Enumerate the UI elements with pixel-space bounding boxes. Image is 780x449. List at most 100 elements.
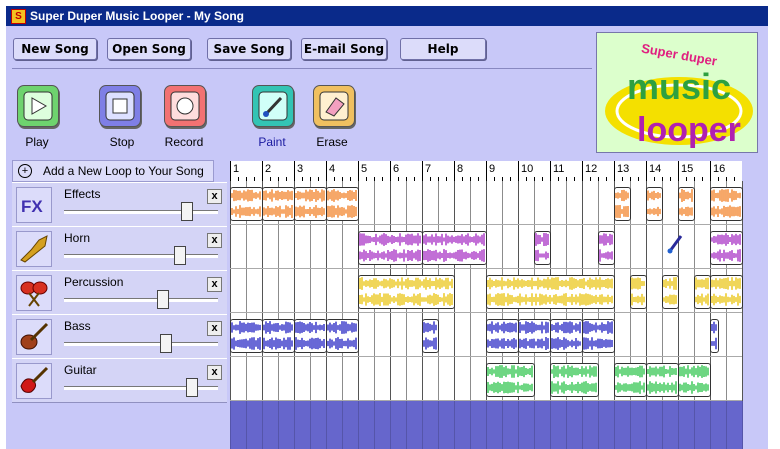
volume-slider-track[interactable] [64,298,218,302]
loop-clip-horn[interactable] [358,231,423,265]
waveform [535,233,549,262]
loop-clip-percussion[interactable] [662,275,679,309]
volume-slider-track[interactable] [64,342,218,346]
loop-clip-bass[interactable] [230,319,263,353]
grid-line [662,401,663,449]
grid-line [486,401,487,449]
waveform [711,321,717,350]
play-label: Play [25,135,49,149]
ruler-tick [294,161,295,181]
ruler-label: 13 [617,163,630,175]
grid-line [438,401,439,449]
plus-icon: + [18,164,32,178]
ruler-label: 9 [489,163,496,175]
remove-track-button[interactable]: x [207,277,222,292]
remove-track-button[interactable]: x [207,233,222,248]
loop-clip-effects[interactable] [710,187,743,221]
loop-clip-effects[interactable] [614,187,631,221]
loop-clip-bass[interactable] [486,319,519,353]
record-button[interactable] [164,85,206,127]
track-icon-button[interactable] [16,231,52,267]
track-icon-button[interactable]: FX [16,187,52,223]
open-song-button[interactable]: Open Song [107,38,191,60]
track-name: Percussion [64,275,124,289]
loop-clip-guitar[interactable] [678,363,711,397]
remove-track-button[interactable]: x [207,321,222,336]
loop-clip-effects[interactable] [262,187,295,221]
loop-clip-bass[interactable] [294,319,327,353]
add-loop-button[interactable]: + Add a New Loop to Your Song [12,160,214,182]
ruler-tick [358,161,359,181]
save-song-button[interactable]: Save Song [207,38,291,60]
play-button[interactable] [17,85,59,127]
play-icon [23,91,53,121]
waveform [231,321,261,350]
paint-button[interactable] [252,85,294,127]
volume-slider-track[interactable] [64,210,218,214]
loop-clip-bass[interactable] [518,319,551,353]
waveform [359,277,453,306]
loop-clip-percussion[interactable] [694,275,711,309]
grid-line [726,401,727,449]
loop-clip-percussion[interactable] [486,275,615,309]
ruler-label: 8 [457,163,464,175]
loop-clip-bass[interactable] [710,319,719,353]
loop-clip-guitar[interactable] [614,363,647,397]
add-loop-label: Add a New Loop to Your Song [43,164,204,178]
remove-track-button[interactable]: x [207,365,222,380]
track-icon-button[interactable] [16,275,52,311]
loop-clip-horn[interactable] [422,231,487,265]
loop-clip-percussion[interactable] [630,275,647,309]
volume-slider-track[interactable] [64,254,218,258]
menu-divider [12,68,592,69]
new-song-button[interactable]: New Song [13,38,97,60]
help-button[interactable]: Help [400,38,486,60]
row-separator [230,224,742,225]
loop-clip-percussion[interactable] [358,275,455,309]
volume-slider-knob[interactable] [181,202,193,221]
volume-slider-knob[interactable] [174,246,186,265]
loop-clip-percussion[interactable] [710,275,743,309]
loop-clip-effects[interactable] [678,187,695,221]
loop-clip-horn[interactable] [710,231,743,265]
volume-slider-knob[interactable] [157,290,169,309]
loop-clip-horn[interactable] [598,231,615,265]
volume-slider-knob[interactable] [160,334,172,353]
horn-icon [20,235,48,263]
track-icon-button[interactable] [16,319,52,355]
loop-clip-horn[interactable] [534,231,551,265]
loop-clip-bass[interactable] [422,319,439,353]
grid-line [470,401,471,449]
waveform [359,233,421,262]
loop-grid[interactable] [230,181,743,449]
app-logo: Super duper music looper [596,32,758,153]
erase-button[interactable] [313,85,355,127]
volume-slider-knob[interactable] [186,378,198,397]
ruler-tick [390,161,391,181]
waveform [295,321,325,350]
loop-clip-guitar[interactable] [550,363,599,397]
ruler-label: 10 [521,163,534,175]
waveform [711,277,741,306]
loop-clip-effects[interactable] [646,187,663,221]
waveform [663,277,677,305]
waveform [615,189,629,218]
loop-clip-guitar[interactable] [486,363,535,397]
loop-clip-bass[interactable] [582,319,615,353]
loop-clip-bass[interactable] [326,319,359,353]
waveform [519,321,549,350]
track-icon-button[interactable] [16,363,52,399]
loop-clip-effects[interactable] [326,187,359,221]
logo-line3: looper [637,111,741,149]
loop-clip-bass[interactable] [550,319,583,353]
waveform [327,189,357,218]
loop-clip-effects[interactable] [294,187,327,221]
grid-line [630,401,631,449]
remove-track-button[interactable]: x [207,189,222,204]
stop-button[interactable] [99,85,141,127]
loop-clip-guitar[interactable] [646,363,679,397]
loop-clip-bass[interactable] [262,319,295,353]
email-song-button[interactable]: E-mail Song [301,38,387,60]
loop-clip-effects[interactable] [230,187,263,221]
grid-line [582,401,583,449]
